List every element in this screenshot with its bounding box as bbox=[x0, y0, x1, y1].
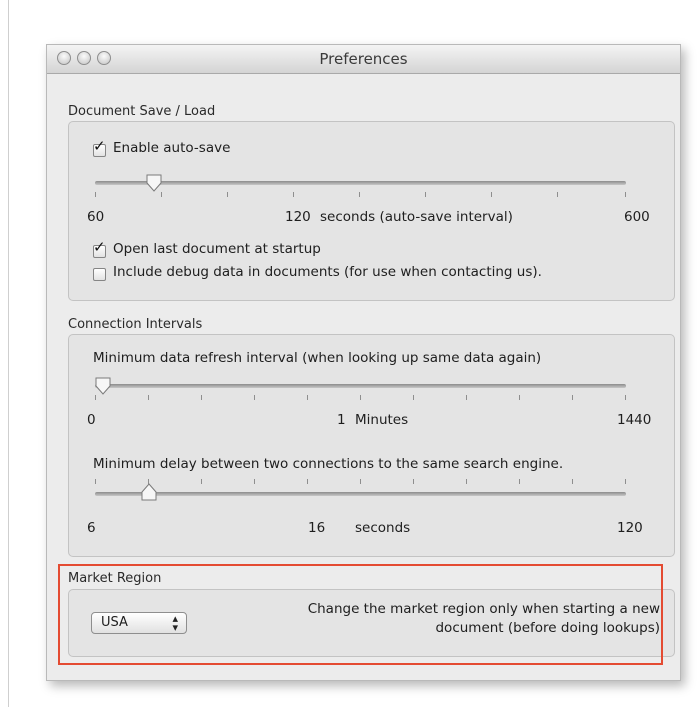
slider-tick bbox=[519, 395, 520, 400]
slider-tick bbox=[359, 192, 360, 197]
slider-tick bbox=[625, 395, 626, 400]
slider-tick bbox=[572, 395, 573, 400]
enable-autosave-checkbox[interactable]: ✓ bbox=[93, 139, 106, 157]
slider-tick bbox=[201, 395, 202, 400]
slider-tick bbox=[161, 192, 162, 197]
slider-knob-down[interactable] bbox=[146, 174, 162, 192]
slider-tick bbox=[360, 479, 361, 484]
connection-delay-slider[interactable] bbox=[95, 479, 626, 503]
connection-intervals-heading: Connection Intervals bbox=[68, 317, 203, 332]
checkmark-icon: ✓ bbox=[93, 137, 106, 155]
autosave-interval-slider[interactable] bbox=[95, 174, 626, 197]
slider-tick bbox=[413, 479, 414, 484]
slider-knob-up[interactable] bbox=[141, 483, 157, 501]
delay-unit-label: seconds bbox=[355, 520, 411, 536]
include-debug-data-checkbox[interactable] bbox=[93, 268, 106, 281]
slider-tick bbox=[293, 192, 294, 197]
slider-knob-down[interactable] bbox=[95, 377, 111, 395]
open-last-document-checkbox[interactable]: ✓ bbox=[93, 240, 106, 258]
connection-intervals-group: Minimum data refresh interval (when look… bbox=[68, 334, 675, 557]
slider-track bbox=[95, 384, 626, 388]
delay-min-value: 6 bbox=[87, 520, 96, 536]
slider-tick bbox=[413, 395, 414, 400]
slider-tick bbox=[227, 192, 228, 197]
slider-tick bbox=[572, 479, 573, 484]
slider-track bbox=[95, 181, 626, 185]
slider-tick bbox=[254, 395, 255, 400]
delay-mid-value: 16 bbox=[308, 520, 326, 536]
autosave-max-value: 600 bbox=[624, 209, 650, 225]
title-bar[interactable]: Preferences bbox=[47, 45, 680, 74]
connection-delay-label: Minimum delay between two connections to… bbox=[93, 456, 564, 472]
slider-tick bbox=[557, 192, 558, 197]
window-title: Preferences bbox=[319, 50, 408, 68]
refresh-mid-value: 1 bbox=[337, 412, 346, 428]
refresh-interval-slider[interactable] bbox=[95, 377, 626, 400]
include-debug-data-label: Include debug data in documents (for use… bbox=[113, 264, 542, 280]
slider-tick bbox=[625, 192, 626, 197]
slider-tick bbox=[519, 479, 520, 484]
document-save-load-heading: Document Save / Load bbox=[68, 104, 216, 119]
slider-tick bbox=[201, 479, 202, 484]
slider-tick bbox=[625, 479, 626, 484]
slider-tick bbox=[95, 192, 96, 197]
autosave-mid-value: 120 bbox=[285, 209, 311, 225]
autosave-min-value: 60 bbox=[87, 209, 105, 225]
autosave-unit-label: seconds (auto-save interval) bbox=[320, 209, 513, 225]
highlight-box bbox=[58, 564, 663, 665]
slider-tick bbox=[95, 395, 96, 400]
slider-track bbox=[95, 492, 626, 496]
slider-tick bbox=[307, 395, 308, 400]
enable-autosave-label: Enable auto-save bbox=[113, 140, 231, 156]
refresh-min-value: 0 bbox=[87, 412, 96, 428]
slider-tick bbox=[466, 479, 467, 484]
delay-max-value: 120 bbox=[617, 520, 643, 536]
refresh-interval-label: Minimum data refresh interval (when look… bbox=[93, 350, 542, 366]
slider-tick bbox=[254, 479, 255, 484]
refresh-max-value: 1440 bbox=[617, 412, 652, 428]
slider-tick bbox=[425, 192, 426, 197]
slider-tick bbox=[466, 395, 467, 400]
checkmark-icon: ✓ bbox=[93, 238, 106, 256]
open-last-document-label: Open last document at startup bbox=[113, 241, 321, 257]
slider-tick bbox=[307, 479, 308, 484]
slider-tick bbox=[360, 395, 361, 400]
slider-tick bbox=[491, 192, 492, 197]
slider-tick bbox=[148, 395, 149, 400]
slider-tick bbox=[95, 479, 96, 484]
refresh-unit-label: Minutes bbox=[355, 412, 409, 428]
page-edge-rule bbox=[8, 0, 9, 707]
document-save-load-group: ✓ Enable auto-save 60 120 seconds (auto-… bbox=[68, 121, 675, 301]
